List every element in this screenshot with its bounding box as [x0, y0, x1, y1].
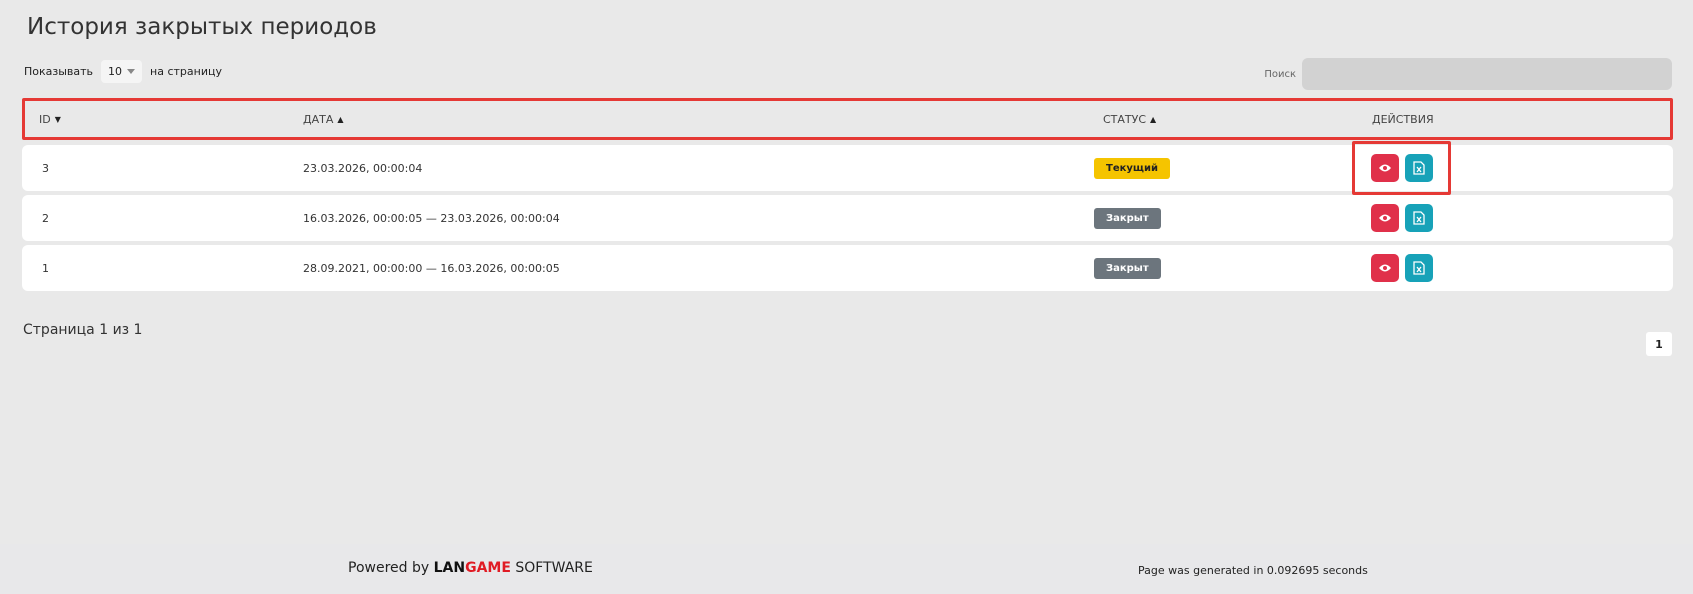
row-actions [1371, 195, 1439, 241]
eye-icon [1379, 164, 1391, 172]
search-control: Поиск [1264, 58, 1672, 90]
row-id: 3 [42, 161, 49, 175]
column-header-id-label: ID [39, 112, 51, 126]
logo-lan: LAN [433, 560, 466, 576]
view-button[interactable] [1371, 204, 1399, 232]
row-date: 23.03.2026, 00:00:04 [303, 161, 423, 175]
column-header-date[interactable]: ДАТА ▲ [303, 101, 344, 137]
row-id: 2 [42, 211, 49, 225]
column-header-actions-label: ДЕЙСТВИЯ [1372, 112, 1434, 126]
row-status: Текущий [1094, 145, 1170, 191]
file-excel-icon [1413, 161, 1425, 175]
chevron-down-icon [127, 69, 136, 74]
file-excel-icon [1413, 261, 1425, 275]
row-id: 1 [42, 261, 49, 275]
export-excel-button[interactable] [1405, 254, 1433, 282]
sort-icon: ▲ [337, 114, 344, 124]
generation-time: Page was generated in 0.092695 seconds [1138, 564, 1368, 577]
view-button[interactable] [1371, 254, 1399, 282]
view-button[interactable] [1371, 154, 1399, 182]
row-date: 28.09.2021, 00:00:00 — 16.03.2026, 00:00… [303, 261, 560, 275]
file-excel-icon [1413, 211, 1425, 225]
footer: Powered by LANGAME SOFTWARE Page was gen… [0, 544, 1693, 594]
sort-icon: ▲ [1150, 114, 1157, 124]
page-length-select[interactable]: 10 [101, 60, 143, 83]
table-row: 1 28.09.2021, 00:00:00 — 16.03.2026, 00:… [22, 245, 1673, 291]
column-header-status-label: СТАТУС [1103, 112, 1147, 126]
sort-desc-icon: ▼ [54, 114, 61, 124]
table-header: ID ▼ ДАТА ▲ СТАТУС ▲ ДЕЙСТВИЯ [22, 98, 1673, 140]
powered-by: Powered by LANGAME SOFTWARE [348, 560, 593, 576]
pagination-info: Страница 1 из 1 [23, 322, 143, 338]
page-button-1[interactable]: 1 [1646, 332, 1672, 356]
row-status: Закрыт [1094, 195, 1161, 241]
eye-icon [1379, 264, 1391, 272]
column-header-id[interactable]: ID ▼ [39, 101, 61, 137]
logo-suffix: SOFTWARE [515, 560, 593, 576]
page-title: История закрытых периодов [27, 14, 377, 40]
search-input[interactable] [1302, 58, 1672, 90]
row-date: 16.03.2026, 00:00:05 — 23.03.2026, 00:00… [303, 211, 560, 225]
length-prefix: Показывать [24, 65, 94, 78]
row-actions [1371, 145, 1439, 191]
logo-game: GAME [465, 560, 511, 576]
status-badge: Текущий [1094, 157, 1170, 179]
status-badge: Закрыт [1094, 207, 1161, 229]
page-length-value: 10 [108, 65, 123, 78]
column-header-status[interactable]: СТАТУС ▲ [1103, 101, 1156, 137]
eye-icon [1379, 214, 1391, 222]
length-suffix: на страницу [150, 65, 222, 78]
row-status: Закрыт [1094, 245, 1161, 291]
table-row: 2 16.03.2026, 00:00:05 — 23.03.2026, 00:… [22, 195, 1673, 241]
row-actions [1371, 245, 1439, 291]
export-excel-button[interactable] [1405, 154, 1433, 182]
column-header-actions: ДЕЙСТВИЯ [1372, 101, 1434, 137]
column-header-date-label: ДАТА [303, 112, 334, 126]
powered-prefix: Powered by [348, 560, 430, 576]
search-label: Поиск [1264, 68, 1296, 80]
status-badge: Закрыт [1094, 257, 1161, 279]
export-excel-button[interactable] [1405, 204, 1433, 232]
table-row: 3 23.03.2026, 00:00:04 Текущий [22, 145, 1673, 191]
page-length-control: Показывать 10 на страницу [24, 60, 222, 83]
